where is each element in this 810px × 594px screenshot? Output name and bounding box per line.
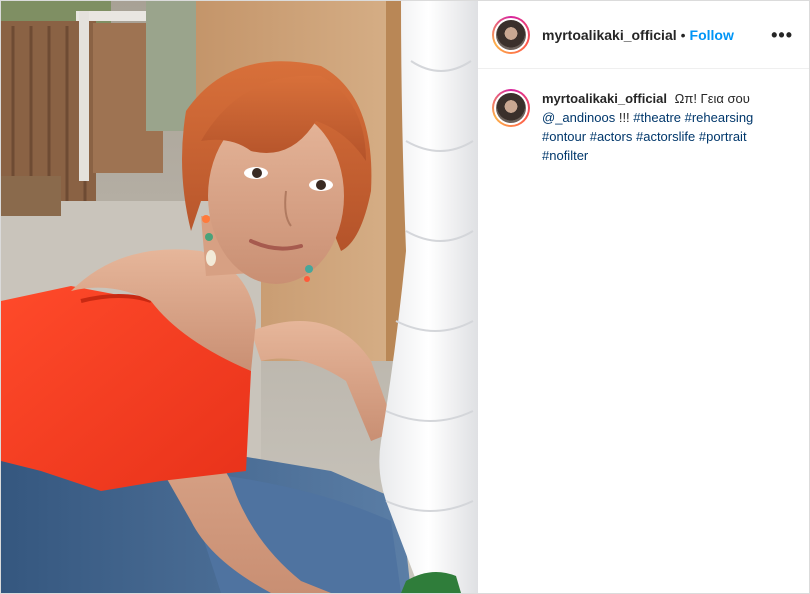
avatar-border (494, 17, 528, 52)
separator-dot: • (680, 26, 686, 43)
avatar-image (496, 19, 526, 50)
caption-avatar-image (496, 93, 526, 123)
post-container: myrtoalikaki_official • Follow ••• myrto… (0, 0, 810, 594)
hashtag-link[interactable]: #rehearsing (685, 110, 754, 125)
caption-exclaim: !!! (618, 110, 630, 125)
caption-message: Ωπ! Γεια σου (674, 91, 750, 106)
mention-link[interactable]: @_andinoos (542, 110, 615, 125)
follow-button[interactable]: Follow (690, 27, 734, 43)
caption-text: myrtoalikaki_official Ωπ! Γεια σου @_and… (542, 89, 782, 165)
hashtag-link[interactable]: #nofilter (542, 148, 588, 163)
post-header: myrtoalikaki_official • Follow ••• (478, 1, 809, 69)
author-username[interactable]: myrtoalikaki_official (542, 27, 677, 43)
more-options-icon[interactable]: ••• (771, 26, 793, 44)
header-text: myrtoalikaki_official • Follow (542, 27, 771, 43)
post-side-panel: myrtoalikaki_official • Follow ••• myrto… (478, 1, 809, 593)
hashtag-link[interactable]: #theatre (633, 110, 681, 125)
avatar[interactable] (492, 15, 530, 54)
hashtag-link[interactable]: #ontour (542, 129, 586, 144)
portrait-photo (1, 1, 478, 593)
hashtag-link[interactable]: #actors (590, 129, 633, 144)
caption-avatar-border (494, 91, 528, 125)
post-photo[interactable] (1, 1, 478, 593)
hashtag-link[interactable]: #actorslife (636, 129, 695, 144)
caption-avatar[interactable] (492, 89, 530, 127)
caption-username[interactable]: myrtoalikaki_official (542, 91, 667, 106)
caption-comment: myrtoalikaki_official Ωπ! Γεια σου @_and… (478, 69, 809, 165)
hashtag-link[interactable]: #portrait (699, 129, 747, 144)
